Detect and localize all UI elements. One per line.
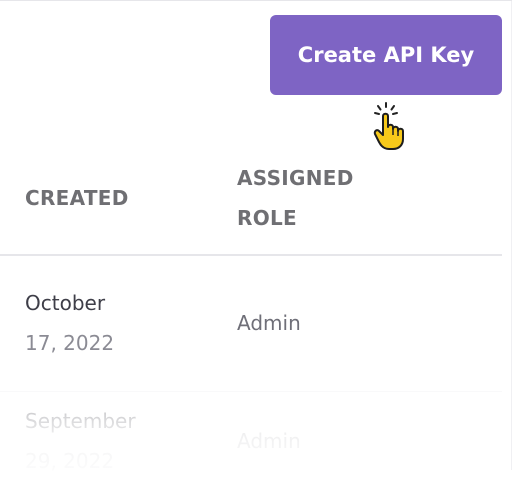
created-date-line2: 17, 2022 <box>25 331 115 355</box>
pointer-hand-click-icon <box>373 102 404 150</box>
table-row-2-role: Admin <box>237 429 301 453</box>
table-row-2-created: September 29, 2022 <box>25 401 136 481</box>
created-date-line2: 29, 2022 <box>25 449 115 473</box>
header-divider <box>0 254 502 256</box>
created-date-line1: October <box>25 291 106 315</box>
created-date-line1: September <box>25 409 136 433</box>
column-header-role-line1: ASSIGNED <box>237 166 354 190</box>
column-header-created: CREATED <box>25 186 129 210</box>
api-keys-panel: Create API Key CREATED ASSIGNED ROLE Oct… <box>0 0 512 473</box>
create-api-key-button[interactable]: Create API Key <box>270 15 502 95</box>
column-header-role-line2: ROLE <box>237 206 298 230</box>
column-header-assigned-role: ASSIGNED ROLE <box>237 158 397 238</box>
row-divider <box>0 391 502 392</box>
table-row-1-created: October 17, 2022 <box>25 283 114 363</box>
table-row-1-role: Admin <box>237 311 301 335</box>
